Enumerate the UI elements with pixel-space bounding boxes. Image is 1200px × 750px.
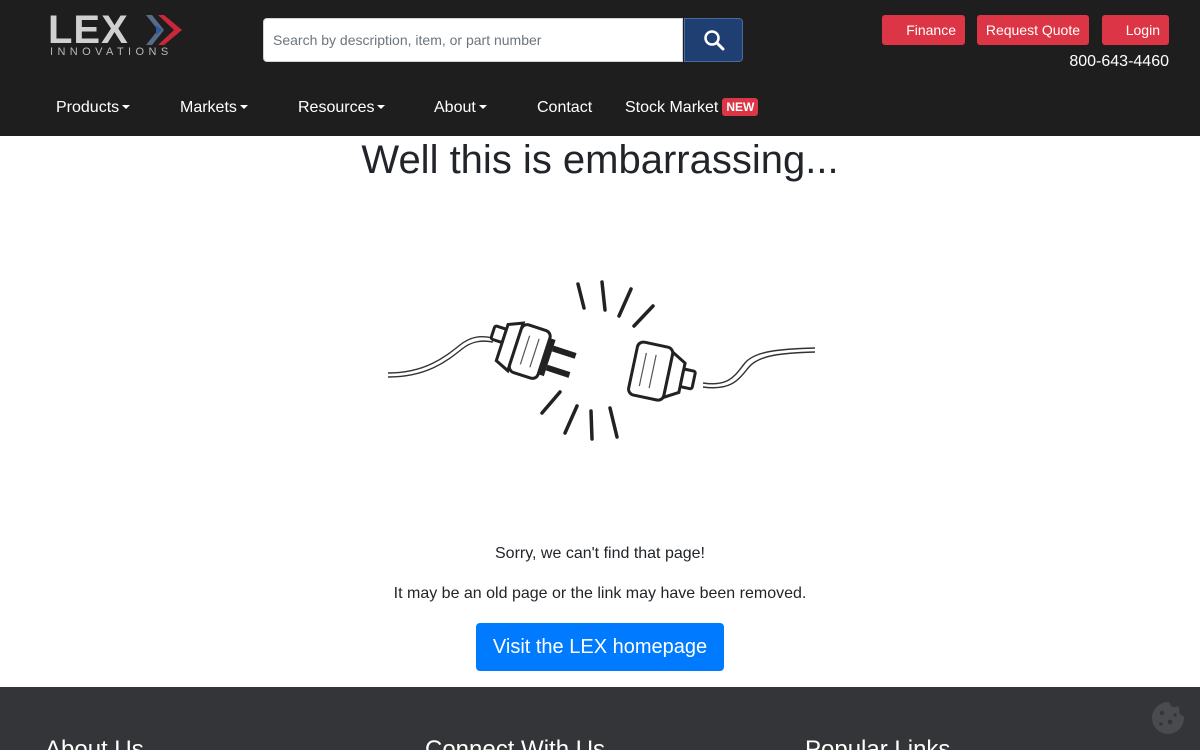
nav-products-label: Products bbox=[56, 99, 120, 116]
nav-contact[interactable]: Contact bbox=[537, 98, 592, 118]
lex-logo[interactable]: LEX INNOVATIONS bbox=[48, 10, 188, 62]
footer-popular-links-heading: Popular Links bbox=[805, 736, 951, 750]
nav-about[interactable]: About bbox=[434, 98, 487, 118]
nav-stock-market[interactable]: Stock Market NEW bbox=[625, 98, 759, 118]
chevron-down-icon bbox=[377, 105, 386, 109]
finance-button[interactable]: Finance bbox=[882, 15, 965, 45]
search-bar bbox=[263, 18, 743, 62]
chevron-down-icon bbox=[239, 105, 248, 109]
new-badge: NEW bbox=[722, 98, 759, 116]
site-footer: About Us Connect With Us Popular Links bbox=[0, 687, 1200, 750]
search-icon bbox=[703, 30, 724, 51]
nav-resources[interactable]: Resources bbox=[298, 98, 386, 118]
not-found-message: Sorry, we can't find that page! bbox=[495, 545, 705, 562]
chevron-down-icon bbox=[122, 105, 131, 109]
nav-markets[interactable]: Markets bbox=[180, 98, 248, 118]
logo-word: LEX bbox=[48, 8, 129, 52]
nav-products[interactable]: Products bbox=[56, 98, 131, 118]
logo-subtitle: INNOVATIONS bbox=[50, 46, 173, 58]
nav-markets-label: Markets bbox=[180, 99, 237, 116]
phone-number[interactable]: 800-643-4460 bbox=[1069, 53, 1169, 71]
search-input[interactable] bbox=[263, 18, 683, 62]
nav-stock-market-label: Stock Market bbox=[625, 99, 719, 116]
site-header: LEX INNOVATIONS Finance Request Quote Lo… bbox=[0, 0, 1200, 136]
page-title: Well this is embarrassing... bbox=[361, 138, 839, 182]
request-quote-button[interactable]: Request Quote bbox=[977, 15, 1089, 45]
unplugged-cable-icon bbox=[387, 280, 816, 441]
visit-homepage-button[interactable]: Visit the LEX homepage bbox=[476, 623, 724, 671]
search-button[interactable] bbox=[684, 18, 743, 62]
footer-about-us-heading: About Us bbox=[45, 736, 144, 750]
footer-connect-heading: Connect With Us bbox=[425, 736, 606, 750]
nav-about-label: About bbox=[434, 99, 476, 116]
chevron-down-icon bbox=[478, 105, 487, 109]
nav-resources-label: Resources bbox=[298, 99, 375, 116]
removed-page-message: It may be an old page or the link may ha… bbox=[393, 585, 807, 602]
nav-contact-label: Contact bbox=[537, 99, 593, 116]
cookie-icon[interactable] bbox=[1150, 700, 1186, 736]
logo-chevron-icon bbox=[146, 15, 182, 45]
login-button[interactable]: Login bbox=[1102, 15, 1169, 45]
